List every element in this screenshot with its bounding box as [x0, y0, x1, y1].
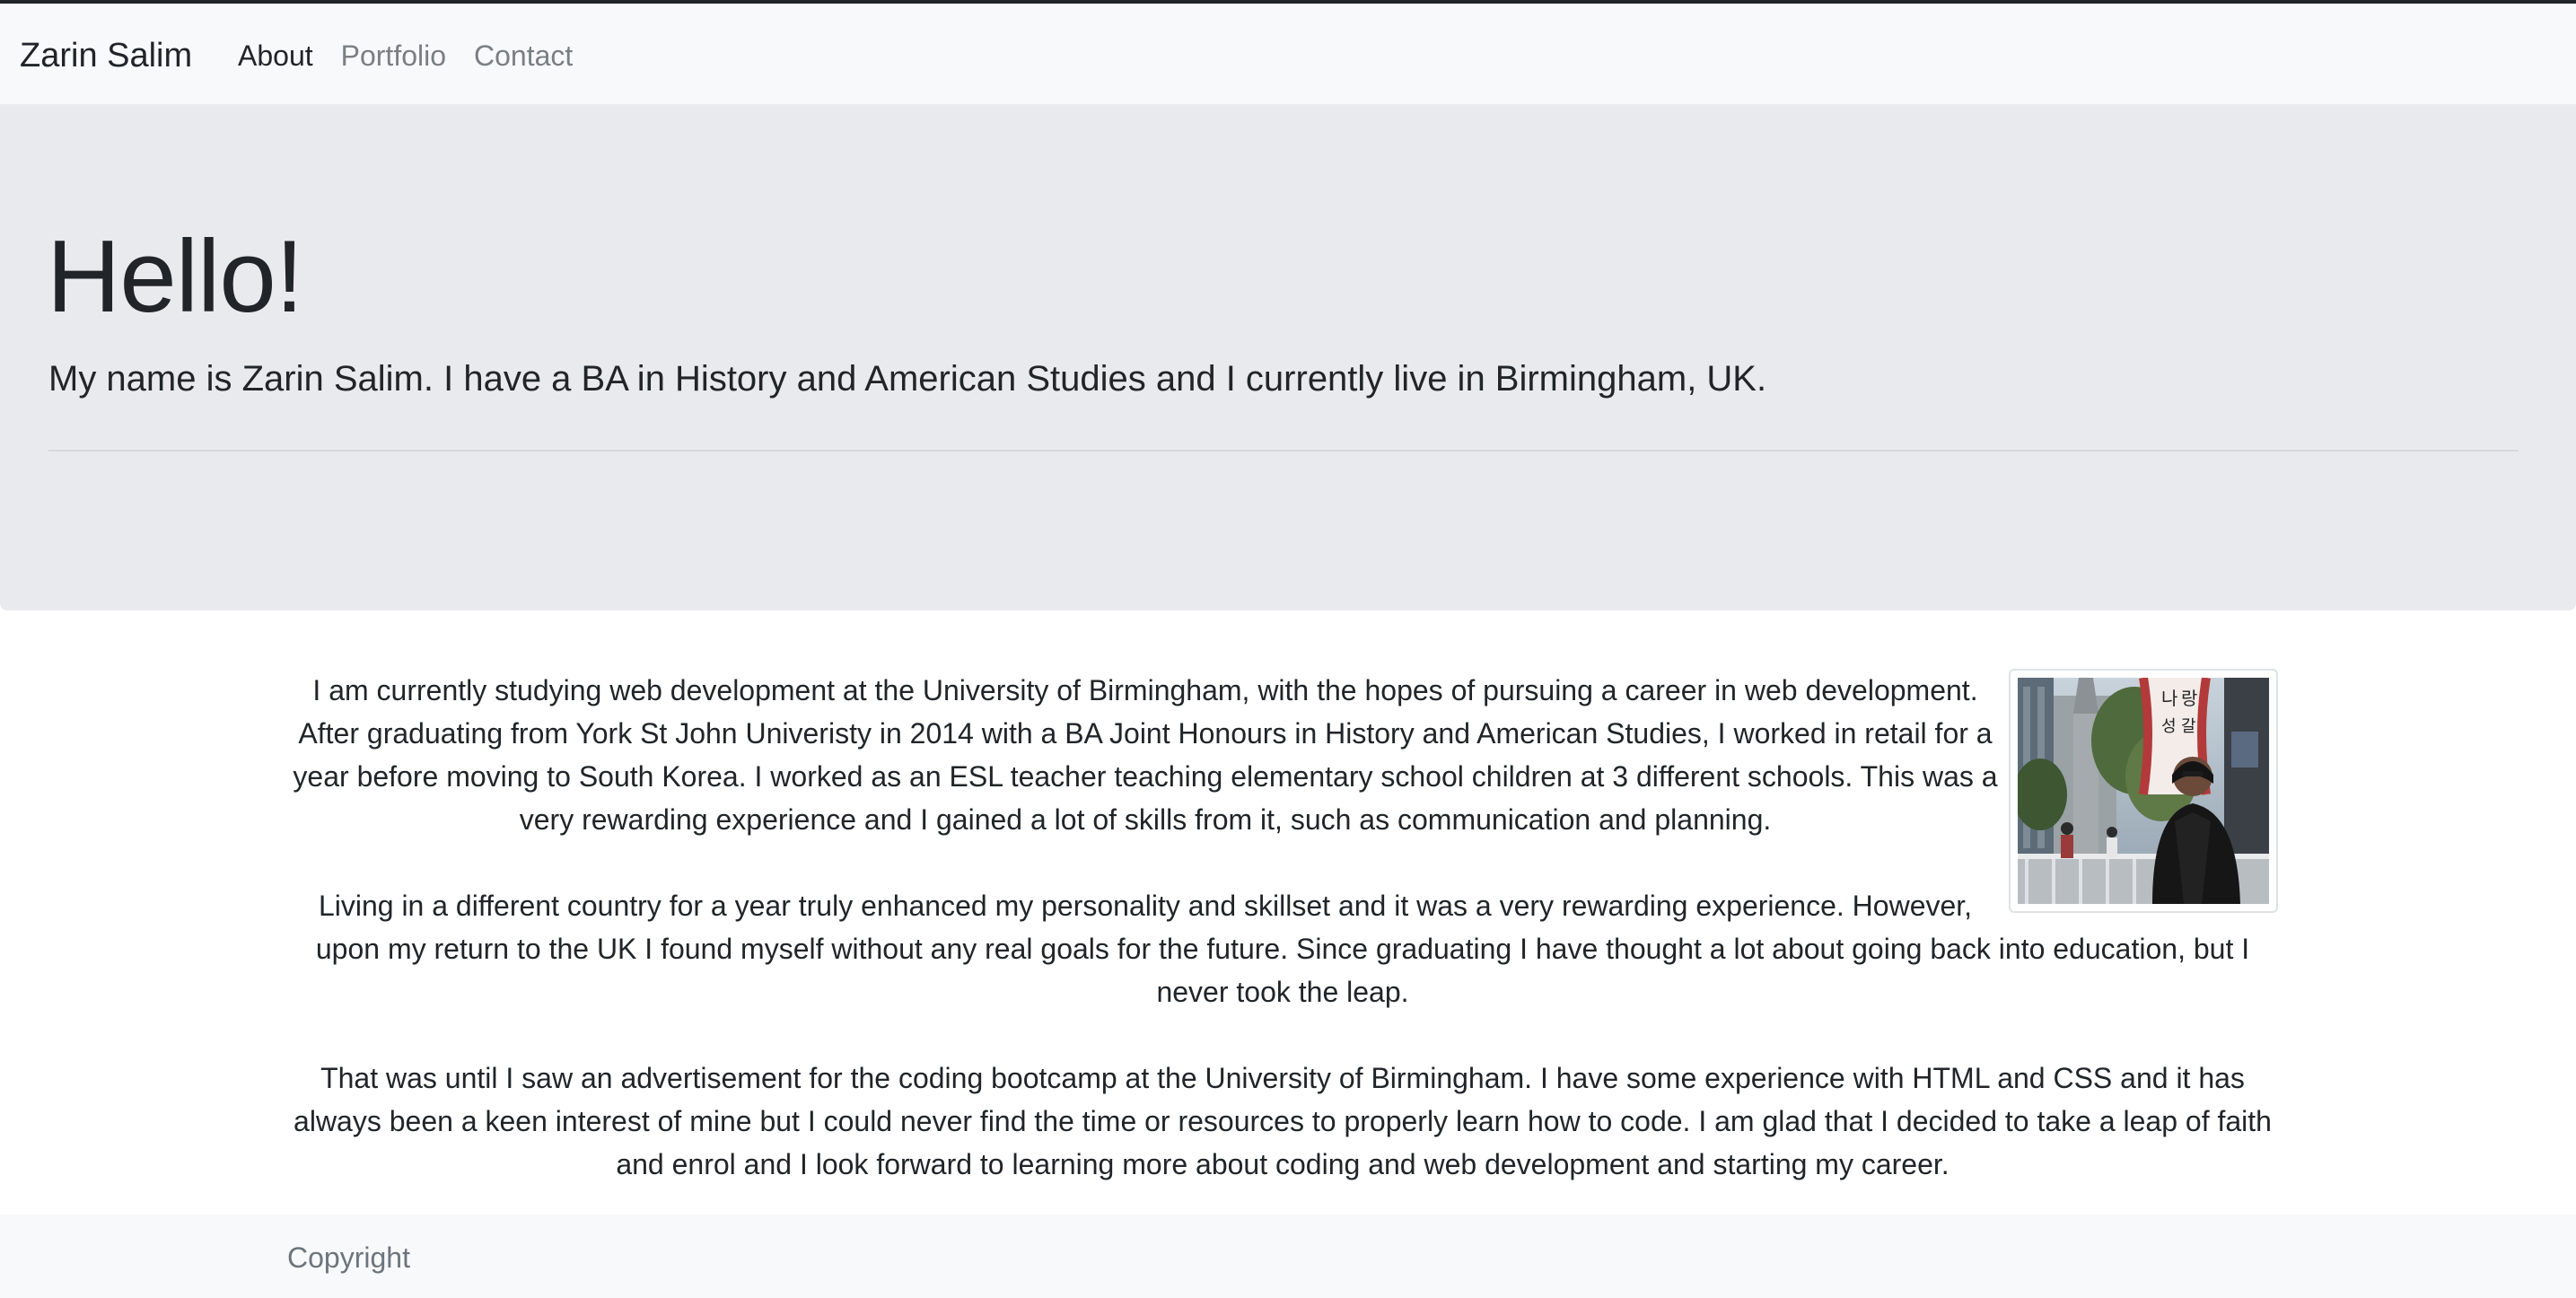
- footer-copyright: Copyright: [287, 1241, 410, 1274]
- navbar-brand[interactable]: Zarin Salim: [20, 36, 192, 75]
- navbar: Zarin Salim About Portfolio Contact: [0, 4, 2576, 104]
- svg-text:나: 나: [2161, 688, 2177, 709]
- footer: Copyright: [0, 1215, 2576, 1298]
- about-content: 나 랑 성 갈 I am currently studying web deve…: [287, 669, 2278, 1207]
- about-paragraph: That was until I saw an advertisement fo…: [294, 1062, 2272, 1180]
- hero-divider: [48, 450, 2519, 452]
- svg-text:랑: 랑: [2181, 688, 2197, 709]
- profile-photo-image: 나 랑 성 갈: [2018, 678, 2269, 904]
- hero-heading: Hello!: [47, 220, 303, 334]
- nav-link-contact[interactable]: Contact: [474, 38, 573, 74]
- profile-photo: 나 랑 성 갈: [2009, 669, 2278, 913]
- nav-link-portfolio[interactable]: Portfolio: [341, 38, 446, 74]
- about-paragraph: I am currently studying web development …: [293, 674, 1998, 836]
- nav-link-about[interactable]: About: [238, 38, 313, 74]
- about-paragraph: Living in a different country for a year…: [315, 890, 2250, 1008]
- hero-lead: My name is Zarin Salim. I have a BA in H…: [48, 359, 1767, 399]
- nav-links: About Portfolio Contact: [238, 38, 573, 74]
- svg-text:갈: 갈: [2181, 717, 2196, 736]
- svg-text:성: 성: [2161, 717, 2177, 736]
- hero-jumbotron: Hello! My name is Zarin Salim. I have a …: [0, 104, 2576, 610]
